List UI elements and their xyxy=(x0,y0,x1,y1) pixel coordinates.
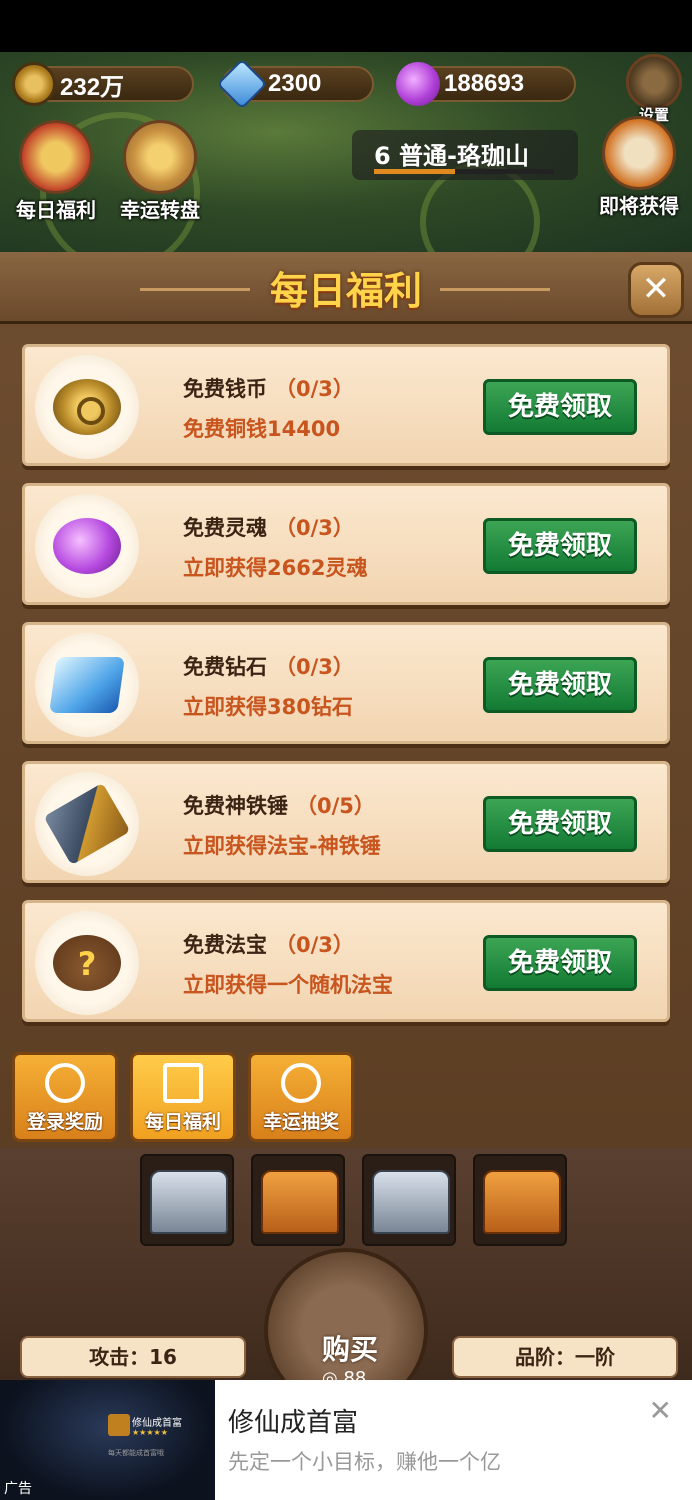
coins-counter: 232万 xyxy=(12,62,194,106)
item-desc: 立即获得一个随机法宝 xyxy=(183,973,393,997)
ad-image[interactable]: 修仙成首富 ★★★★★ 每天都能成首富哦 广告 xyxy=(0,1380,215,1500)
item-name: 免费灵魂 （0/3） xyxy=(183,516,354,540)
attack-stat: 攻击：16 xyxy=(20,1336,246,1378)
soul-icon xyxy=(396,62,440,106)
gift-drum-icon xyxy=(19,120,93,194)
tab-daily-welfare[interactable]: 每日福利 xyxy=(130,1052,236,1142)
gear-icon xyxy=(626,54,682,110)
game-logo-icon xyxy=(108,1414,130,1436)
lucky-wheel-button[interactable]: 幸运转盘 xyxy=(110,120,210,223)
ad-thumb-stars: ★★★★★ xyxy=(132,1428,168,1437)
item-count: （0/3） xyxy=(275,516,354,540)
ad-banner[interactable]: 修仙成首富 ★★★★★ 每天都能成首富哦 广告 修仙成首富 先定一个小目标，赚他… xyxy=(0,1380,692,1500)
item-name: 免费钱币 （0/3） xyxy=(183,377,354,401)
souls-value: 188693 xyxy=(444,70,525,97)
welfare-card-artifact: 免费法宝（0/3） 立即获得一个随机法宝 免费领取 xyxy=(22,900,670,1022)
coin-icon xyxy=(53,379,121,435)
close-button[interactable]: ✕ xyxy=(628,262,684,318)
item-count: （0/3） xyxy=(275,377,354,401)
claim-button[interactable]: 免费领取 xyxy=(483,379,637,435)
diamonds-counter: 2300 xyxy=(216,58,374,110)
chest-slot[interactable] xyxy=(473,1154,567,1246)
buy-label: 购买 xyxy=(321,1333,378,1366)
tab-login-reward[interactable]: 登录奖励 xyxy=(12,1052,118,1142)
close-icon: ✕ xyxy=(641,269,671,309)
gold-chest-icon xyxy=(261,1170,339,1234)
soul-icon xyxy=(53,518,121,574)
gold-chest-icon xyxy=(483,1170,561,1234)
stage-indicator[interactable]: 6 普通-珞珈山 xyxy=(352,130,578,180)
item-count: （0/3） xyxy=(275,655,354,679)
item-desc: 立即获得2662灵魂 xyxy=(183,556,368,580)
panel-tabs: 登录奖励 每日福利 幸运抽奖 xyxy=(0,1040,692,1148)
welfare-card-coins: 免费钱币 （0/3） 免费铜钱14400 免费领取 xyxy=(22,344,670,466)
welfare-card-diamonds: 免费钻石 （0/3） 立即获得380钻石 免费领取 xyxy=(22,622,670,744)
item-count: （0/5） xyxy=(296,794,375,818)
item-thumb xyxy=(35,494,139,598)
item-desc: 立即获得380钻石 xyxy=(183,695,353,719)
item-thumb xyxy=(35,911,139,1015)
tab-label: 每日福利 xyxy=(144,1111,221,1133)
item-name: 免费钻石 （0/3） xyxy=(183,655,354,679)
panel-title: 每日福利 xyxy=(269,269,422,313)
diamond-icon xyxy=(49,657,125,713)
claim-button[interactable]: 免费领取 xyxy=(483,657,637,713)
hammer-icon xyxy=(43,782,131,866)
stage-progress-bar xyxy=(374,169,554,174)
wheel-icon xyxy=(281,1063,321,1103)
diamond-icon xyxy=(216,58,268,110)
tab-label: 登录奖励 xyxy=(26,1111,103,1133)
tab-label: 幸运抽奖 xyxy=(262,1111,339,1133)
monkey-king-icon xyxy=(602,116,676,190)
coins-value: 232万 xyxy=(60,73,125,101)
claim-button[interactable]: 免费领取 xyxy=(483,518,637,574)
chest-slot[interactable] xyxy=(140,1154,234,1246)
mystery-gourd-icon xyxy=(53,935,121,991)
welfare-card-hammer: 免费神铁锤 （0/5） 立即获得法宝-神铁锤 免费领取 xyxy=(22,761,670,883)
daily-welfare-button[interactable]: 每日福利 xyxy=(8,120,104,223)
ad-tag: 广告 xyxy=(4,1481,32,1497)
upcoming-reward-button[interactable]: 即将获得 xyxy=(592,116,686,219)
item-thumb xyxy=(35,772,139,876)
item-count: （0/3） xyxy=(275,933,354,957)
ad-thumb-sub: 每天都能成首富哦 xyxy=(108,1449,164,1457)
item-thumb xyxy=(35,355,139,459)
souls-counter: 188693 xyxy=(396,62,576,106)
game-header: 232万 2300 188693 设置 每日福利 幸运转盘 6 普通-珞珈山 即… xyxy=(0,52,692,252)
daily-welfare-panel: 每日福利 ✕ 免费钱币 （0/3） 免费铜钱14400 免费领取 免费灵魂 （0/3… xyxy=(0,252,692,1148)
lucky-wheel-label: 幸运转盘 xyxy=(120,198,200,222)
diamonds-value: 2300 xyxy=(268,70,322,97)
ad-close-icon[interactable]: ✕ xyxy=(649,1394,672,1427)
stage-label: 6 普通-珞珈山 xyxy=(374,142,530,170)
settings-button[interactable]: 设置 xyxy=(622,54,686,125)
ad-thumb-name: 修仙成首富 xyxy=(132,1418,182,1429)
item-desc: 立即获得法宝-神铁锤 xyxy=(183,834,381,858)
item-thumb xyxy=(35,633,139,737)
silver-chest-icon xyxy=(372,1170,450,1234)
silver-chest-icon xyxy=(150,1170,228,1234)
ad-desc: 先定一个小目标，赚他一个亿 xyxy=(228,1450,501,1474)
gift-icon xyxy=(163,1063,203,1103)
status-bar xyxy=(0,0,692,52)
panel-header: 每日福利 ✕ xyxy=(0,252,692,324)
person-icon xyxy=(45,1063,85,1103)
chest-slot[interactable] xyxy=(251,1154,345,1246)
game-bottom-area: 购买 ◎ 88 攻击：16 品阶：一阶 xyxy=(0,1148,692,1412)
claim-button[interactable]: 免费领取 xyxy=(483,796,637,852)
wheel-icon xyxy=(123,120,197,194)
coin-icon xyxy=(12,62,56,106)
upcoming-reward-label: 即将获得 xyxy=(599,194,679,218)
item-desc: 免费铜钱14400 xyxy=(183,417,341,441)
tab-lucky-draw[interactable]: 幸运抽奖 xyxy=(248,1052,354,1142)
item-name: 免费法宝 （0/3） xyxy=(183,933,354,957)
stage-progress-fill xyxy=(374,169,455,174)
daily-welfare-label: 每日福利 xyxy=(16,198,96,222)
ad-title[interactable]: 修仙成首富 xyxy=(228,1402,358,1439)
item-name: 免费神铁锤 （0/5） xyxy=(183,794,375,818)
welfare-card-souls: 免费灵魂 （0/3） 立即获得2662灵魂 免费领取 xyxy=(22,483,670,605)
chest-slot[interactable] xyxy=(362,1154,456,1246)
claim-button[interactable]: 免费领取 xyxy=(483,935,637,991)
grade-stat: 品阶：一阶 xyxy=(452,1336,678,1378)
